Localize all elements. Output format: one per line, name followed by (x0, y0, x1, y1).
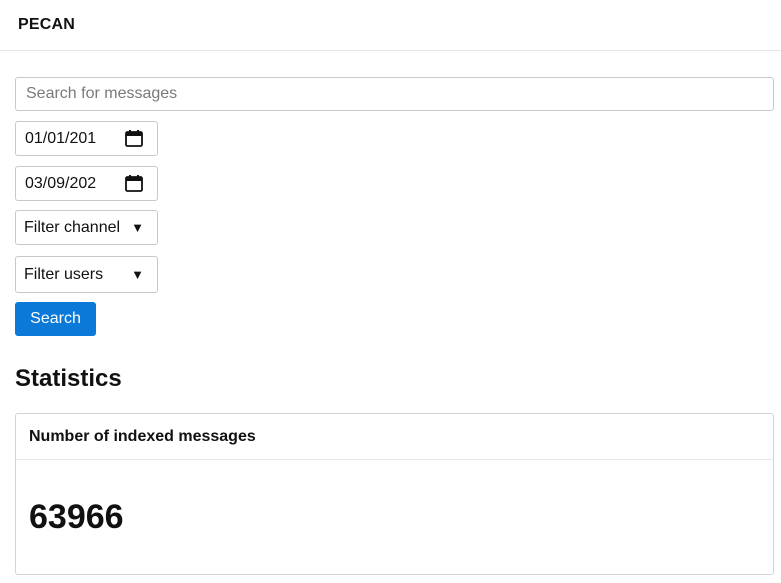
caret-down-icon: ▼ (131, 220, 144, 235)
indexed-messages-card: Number of indexed messages 63966 (15, 413, 774, 575)
filter-users-label: Filter users (24, 265, 104, 283)
caret-down-icon: ▼ (131, 267, 144, 282)
start-date-value: 01/01/201 (25, 129, 97, 147)
end-date-value: 03/09/202 (25, 174, 97, 192)
search-button[interactable]: Search (15, 302, 96, 336)
card-body: 63966 (16, 460, 773, 537)
calendar-icon[interactable] (125, 175, 143, 192)
search-input[interactable] (15, 77, 774, 111)
filter-users-select[interactable]: Filter users ▼ (15, 256, 158, 293)
indexed-messages-count: 63966 (29, 498, 124, 536)
filter-channel-label: Filter channel (24, 218, 121, 236)
filter-channel-select[interactable]: Filter channel ▼ (15, 210, 158, 245)
card-header: Number of indexed messages (16, 414, 773, 460)
start-date-field[interactable]: 01/01/201 (15, 121, 158, 156)
calendar-icon[interactable] (125, 130, 143, 147)
statistics-heading: Statistics (15, 365, 122, 392)
end-date-field[interactable]: 03/09/202 (15, 166, 158, 201)
top-navbar: PECAN (0, 0, 781, 51)
brand-logo[interactable]: PECAN (18, 16, 75, 34)
